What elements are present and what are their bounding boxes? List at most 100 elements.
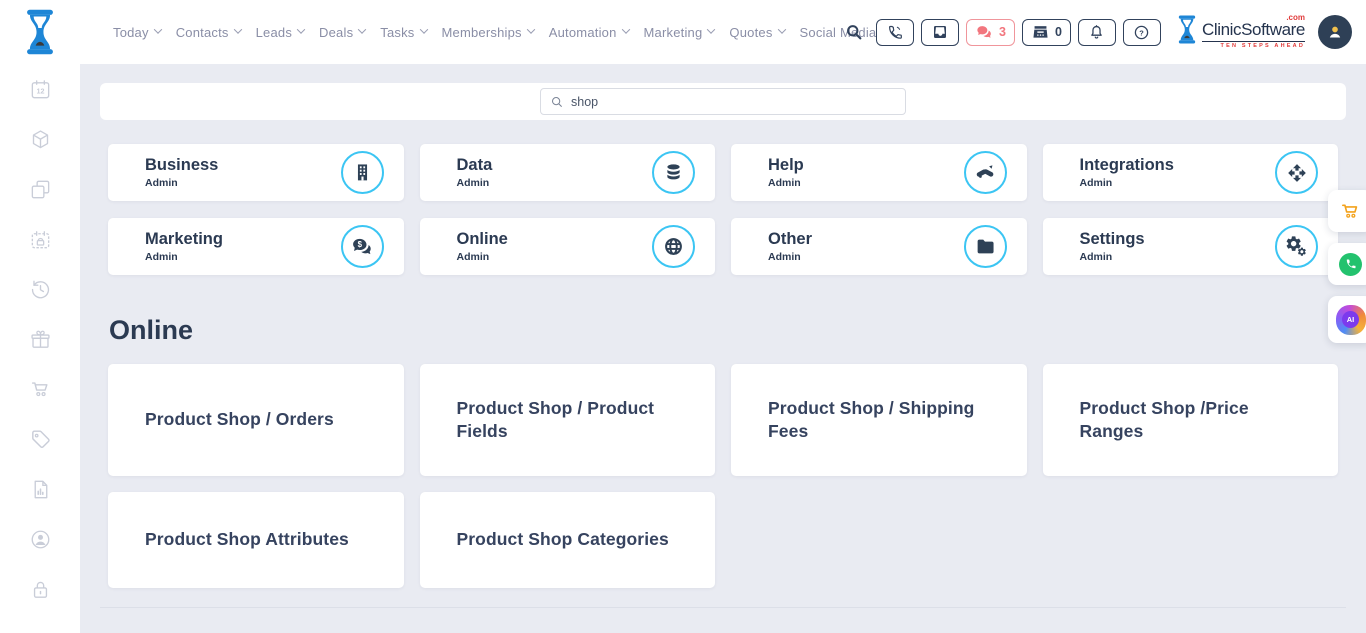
nav-item-automation[interactable]: Automation xyxy=(549,25,629,40)
nav-label: Marketing xyxy=(644,25,703,40)
chat-count-badge: 3 xyxy=(999,25,1006,39)
bottom-divider xyxy=(100,607,1346,608)
phone-button[interactable] xyxy=(876,19,914,46)
category-card-online[interactable]: Online Admin xyxy=(420,218,716,275)
category-subtitle: Admin xyxy=(1080,251,1276,263)
nav-label: Memberships xyxy=(442,25,522,40)
result-title: Product Shop / Product Fields xyxy=(457,397,690,443)
shopping-cart-icon[interactable] xyxy=(29,378,52,401)
nav-item-quotes[interactable]: Quotes xyxy=(729,25,784,40)
report-icon[interactable] xyxy=(29,478,52,501)
register-button[interactable]: 0 xyxy=(1022,19,1071,46)
results-grid: Product Shop / Orders Product Shop / Pro… xyxy=(108,364,1338,588)
category-subtitle: Admin xyxy=(1080,177,1276,189)
category-title: Data xyxy=(457,156,653,174)
calendar-order-icon[interactable] xyxy=(29,228,52,251)
nav-label: Deals xyxy=(319,25,353,40)
cart-widget-button[interactable] xyxy=(1328,190,1366,232)
folder-icon xyxy=(964,225,1007,268)
category-title: Help xyxy=(768,156,964,174)
nav-label: Today xyxy=(113,25,149,40)
calendar-12-icon[interactable]: 12 xyxy=(29,78,52,101)
help-button[interactable]: ? xyxy=(1123,19,1161,46)
result-card-orders[interactable]: Product Shop / Orders xyxy=(108,364,404,476)
category-card-marketing[interactable]: Marketing Admin $ xyxy=(108,218,404,275)
hourglass-icon xyxy=(21,9,59,55)
gift-icon[interactable] xyxy=(29,328,52,351)
chat-button[interactable]: 3 xyxy=(966,19,1015,46)
whatsapp-icon xyxy=(1339,253,1362,276)
sidebar: 12 xyxy=(0,64,80,633)
nav-item-leads[interactable]: Leads xyxy=(256,25,304,40)
brand-tagline: TEN STEPS AHEAD xyxy=(1202,41,1305,49)
result-card-categories[interactable]: Product Shop Categories xyxy=(420,492,716,588)
result-title: Product Shop / Orders xyxy=(145,408,334,431)
search-field[interactable] xyxy=(540,88,906,115)
chevron-down-icon xyxy=(153,25,161,33)
whatsapp-widget-button[interactable] xyxy=(1328,243,1366,285)
package-cube-icon[interactable] xyxy=(29,128,52,151)
chevron-down-icon xyxy=(419,25,427,33)
app-logo[interactable] xyxy=(21,9,59,55)
nav-label: Automation xyxy=(549,25,617,40)
nav-item-marketing[interactable]: Marketing xyxy=(644,25,715,40)
nav-item-memberships[interactable]: Memberships xyxy=(442,25,534,40)
main-nav: Today Contacts Leads Deals Tasks Members… xyxy=(113,0,876,64)
search-button[interactable] xyxy=(841,19,867,45)
copy-pages-icon[interactable] xyxy=(29,178,52,201)
category-card-settings[interactable]: Settings Admin xyxy=(1043,218,1339,275)
result-card-attributes[interactable]: Product Shop Attributes xyxy=(108,492,404,588)
database-icon xyxy=(652,151,695,194)
money-chat-icon: $ xyxy=(341,225,384,268)
nav-item-today[interactable]: Today xyxy=(113,25,161,40)
category-card-help[interactable]: Help Admin xyxy=(731,144,1027,201)
ai-widget-button[interactable]: AI xyxy=(1328,296,1366,343)
chevron-down-icon xyxy=(621,25,629,33)
brand-name: ClinicSoftware xyxy=(1202,20,1305,39)
category-title: Settings xyxy=(1080,230,1276,248)
search-icon xyxy=(844,22,864,42)
category-card-data[interactable]: Data Admin xyxy=(420,144,716,201)
price-tag-icon[interactable] xyxy=(29,428,52,451)
bell-icon xyxy=(1088,24,1105,41)
brand-tld: .com xyxy=(1286,13,1305,22)
top-header: Today Contacts Leads Deals Tasks Members… xyxy=(0,0,1366,64)
result-card-shipping-fees[interactable]: Product Shop / Shipping Fees xyxy=(731,364,1027,476)
result-card-product-fields[interactable]: Product Shop / Product Fields xyxy=(420,364,716,476)
question-icon: ? xyxy=(1133,24,1150,41)
category-subtitle: Admin xyxy=(145,251,341,263)
move-arrows-icon xyxy=(1275,151,1318,194)
nav-item-tasks[interactable]: Tasks xyxy=(380,25,426,40)
clinicsoftware-logo[interactable]: ClinicSoftware .com TEN STEPS AHEAD xyxy=(1176,15,1305,49)
search-input[interactable] xyxy=(571,95,896,109)
nav-item-contacts[interactable]: Contacts xyxy=(176,25,241,40)
lock-icon[interactable] xyxy=(29,578,52,601)
chevron-down-icon xyxy=(297,25,305,33)
nav-label: Contacts xyxy=(176,25,229,40)
building-icon xyxy=(341,151,384,194)
category-title: Marketing xyxy=(145,230,341,248)
hourglass-icon xyxy=(1176,15,1198,44)
category-card-business[interactable]: Business Admin xyxy=(108,144,404,201)
ai-label: AI xyxy=(1342,311,1359,328)
category-subtitle: Admin xyxy=(457,251,653,263)
cart-icon xyxy=(1339,200,1362,223)
history-icon[interactable] xyxy=(29,278,52,301)
chevron-down-icon xyxy=(777,25,785,33)
category-title: Integrations xyxy=(1080,156,1276,174)
ai-icon: AI xyxy=(1336,305,1366,335)
result-title: Product Shop Attributes xyxy=(145,528,349,551)
register-icon xyxy=(1031,23,1050,42)
header-actions: 3 0 ? ClinicSoftware .com TEN STEPS AHEA… xyxy=(841,0,1352,64)
result-card-price-ranges[interactable]: Product Shop /Price Ranges xyxy=(1043,364,1339,476)
category-subtitle: Admin xyxy=(145,177,341,189)
account-icon[interactable] xyxy=(29,528,52,551)
inbox-button[interactable] xyxy=(921,19,959,46)
category-card-other[interactable]: Other Admin xyxy=(731,218,1027,275)
nav-item-deals[interactable]: Deals xyxy=(319,25,365,40)
avatar[interactable] xyxy=(1318,15,1352,49)
search-bar xyxy=(100,83,1346,120)
result-title: Product Shop / Shipping Fees xyxy=(768,397,1001,443)
notifications-button[interactable] xyxy=(1078,19,1116,46)
category-card-integrations[interactable]: Integrations Admin xyxy=(1043,144,1339,201)
